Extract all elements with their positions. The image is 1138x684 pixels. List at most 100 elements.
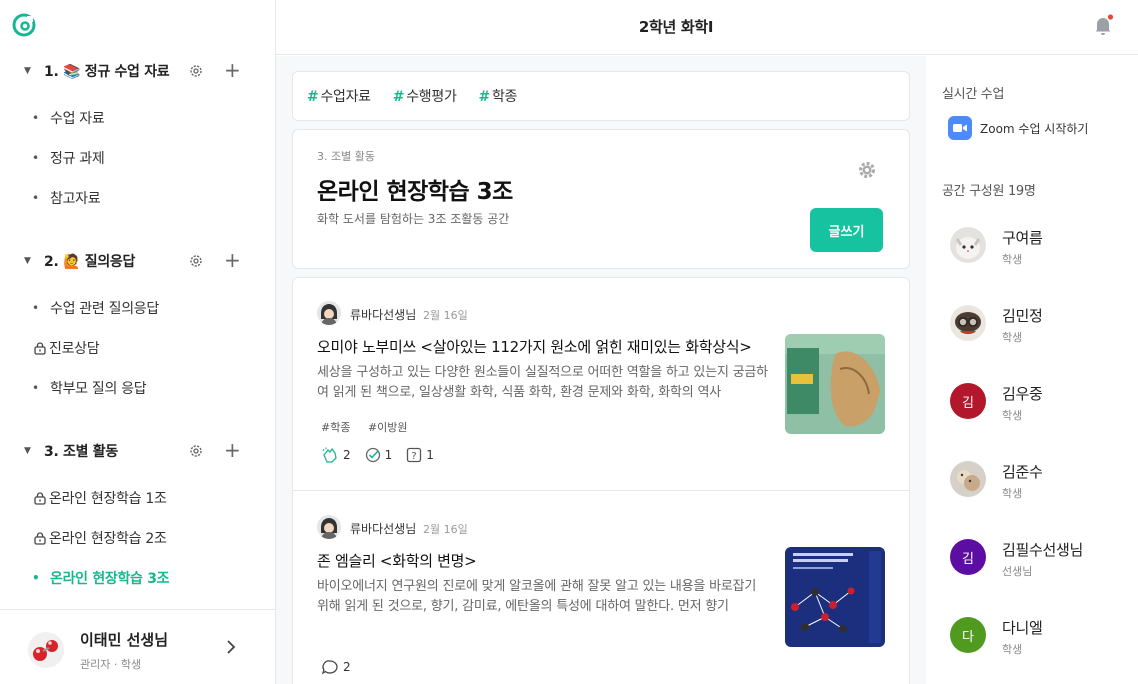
post-reactions: 2 (321, 659, 365, 675)
section-header-2[interactable]: ▼ 2. 🙋 질의응답 + (24, 249, 254, 273)
main-content: # 수업자료 # 수행평가 # 학종 3. 조별 활동 온라인 현장학습 3조 화학 … (276, 56, 926, 684)
avatar: 김 (950, 539, 986, 575)
nav-item-class-qna[interactable]: • 수업 관련 질의응답 (32, 294, 159, 322)
avatar (317, 515, 341, 539)
caret-down-icon: ▼ (24, 256, 31, 266)
class-logo-icon[interactable] (12, 13, 36, 37)
post-thumbnail[interactable] (785, 334, 885, 434)
member-item[interactable]: 다 다니엘 학생 (950, 617, 1130, 657)
avatar (950, 227, 986, 263)
post-excerpt: 바이오에너지 연구원의 진로에 맞게 알코올에 관해 잘못 알고 있는 내용을 … (317, 579, 757, 614)
post-title[interactable]: 오미야 노부미쓰 <살아있는 112가지 원소에 얽힌 재미있는 화학상식> (317, 336, 757, 357)
tag-filter[interactable]: # 학종 (479, 86, 518, 106)
gear-icon[interactable] (188, 253, 204, 269)
chevron-right-icon[interactable] (224, 639, 238, 655)
nav-label: 온라인 현장학습 1조 (49, 491, 167, 507)
nav-label: 온라인 현장학습 3조 (50, 571, 170, 587)
member-item[interactable]: 김 김우중 학생 (950, 383, 1130, 423)
member-item[interactable]: 김준수 학생 (950, 461, 1130, 501)
section-title: 2. 🙋 질의응답 (44, 254, 136, 270)
post-tags: #학종 #이방원 (321, 419, 422, 435)
member-name: 김우중 (1002, 385, 1043, 403)
comment-icon (321, 660, 338, 675)
bullet-icon: • (32, 381, 39, 395)
space-info-card: 3. 조별 활동 온라인 현장학습 3조 화학 도서를 탐험하는 3조 조활동 … (292, 129, 910, 269)
zoom-start-button[interactable]: Zoom 수업 시작하기 (948, 116, 1088, 140)
section-header-3[interactable]: ▼ 3. 조별 활동 + (24, 439, 254, 463)
nav-label: 온라인 현장학습 2조 (49, 531, 167, 547)
svg-text:?: ? (412, 451, 417, 462)
post-tag[interactable]: #학종 (321, 421, 350, 434)
space-description: 화학 도서를 탐험하는 3조 조활동 공간 (317, 212, 510, 226)
member-name: 구여름 (1002, 229, 1043, 247)
check-circle-icon (365, 447, 380, 463)
comment-count[interactable]: 2 (321, 659, 351, 675)
post-item[interactable]: 류바다선생님 2월 16일 존 엠슬리 <화학의 변명> 바이오에너지 연구원의… (293, 490, 909, 684)
nav-label: 참고자료 (50, 191, 101, 207)
right-panel: 실시간 수업 Zoom 수업 시작하기 공간 구성원 19명 구여름 학생 김민… (926, 56, 1138, 684)
post-author[interactable]: 류바다선생님 (350, 520, 416, 537)
zoom-label: Zoom 수업 시작하기 (980, 121, 1089, 136)
nav-label: 수업 관련 질의응답 (50, 301, 159, 317)
lock-icon (34, 532, 46, 545)
member-item[interactable]: 구여름 학생 (950, 227, 1130, 267)
gear-icon[interactable] (188, 63, 204, 79)
member-item[interactable]: 김민정 학생 (950, 305, 1130, 345)
top-header: 2학년 화학I (276, 0, 1138, 55)
post-title[interactable]: 존 엠슬리 <화학의 변명> (317, 550, 757, 571)
nav-label: 수업 자료 (50, 111, 105, 127)
breadcrumb[interactable]: 3. 조별 활동 (317, 148, 375, 164)
plus-icon[interactable]: + (224, 440, 241, 460)
nav-item-class-materials[interactable]: • 수업 자료 (32, 104, 105, 132)
post-thumbnail[interactable] (785, 547, 885, 647)
lock-icon (34, 342, 46, 355)
nav-label: 학부모 질의 응답 (50, 381, 147, 397)
profile-card[interactable]: 이태민 선생님 관리자 · 학생 (0, 609, 275, 684)
section-header-1[interactable]: ▼ 1. 📚 정규 수업 자료 + (24, 59, 254, 83)
member-role: 학생 (1002, 253, 1023, 266)
post-feed: 류바다선생님 2월 16일 오미야 노부미쓰 <살아있는 112가지 원소에 얽… (292, 277, 910, 684)
bell-icon[interactable] (1091, 13, 1115, 37)
gear-icon[interactable] (857, 160, 877, 180)
write-post-button[interactable]: 글쓰기 (810, 208, 883, 252)
check-reaction[interactable]: 1 (365, 447, 392, 463)
nav-item-regular-assignments[interactable]: • 정규 과제 (32, 144, 105, 172)
post-tag[interactable]: #이방원 (368, 421, 408, 434)
page-title: 2학년 화학I (638, 18, 714, 36)
members-label: 공간 구성원 19명 (942, 184, 1036, 199)
nav-item-field-trip-1[interactable]: 온라인 현장학습 1조 (31, 484, 167, 512)
tag-filter[interactable]: # 수업자료 (307, 86, 371, 106)
nav-item-references[interactable]: • 참고자료 (32, 184, 101, 212)
gear-icon[interactable] (188, 443, 204, 459)
member-name: 김민정 (1002, 307, 1043, 325)
hash-icon: # (307, 89, 319, 105)
post-date: 2월 16일 (423, 309, 468, 322)
nav-item-parent-qna[interactable]: • 학부모 질의 응답 (32, 374, 147, 402)
member-item[interactable]: 김 김필수선생님 선생님 (950, 539, 1130, 579)
member-role: 학생 (1002, 409, 1023, 422)
nav-item-field-trip-2[interactable]: 온라인 현장학습 2조 (31, 524, 167, 552)
avatar (317, 301, 341, 325)
plus-icon[interactable]: + (224, 60, 241, 80)
caret-down-icon: ▼ (24, 66, 31, 76)
avatar (950, 461, 986, 497)
post-author[interactable]: 류바다선생님 (350, 306, 416, 323)
plus-icon[interactable]: + (224, 250, 241, 270)
profile-role: 관리자 · 학생 (80, 658, 142, 671)
post-item[interactable]: 류바다선생님 2월 16일 오미야 노부미쓰 <살아있는 112가지 원소에 얽… (293, 278, 909, 490)
hash-icon: # (392, 89, 405, 105)
tag-filter[interactable]: # 수행평가 (393, 86, 457, 106)
nav-item-field-trip-3[interactable]: • 온라인 현장학습 3조 (32, 564, 170, 592)
clap-reaction[interactable]: 2 (321, 447, 351, 463)
avatar (950, 305, 986, 341)
sidebar: ▼ 1. 📚 정규 수업 자료 + • 수업 자료 • 정규 과제 • 참고자료 ▼ … (0, 0, 276, 684)
member-role: 선생님 (1002, 565, 1033, 578)
member-name: 김준수 (1002, 463, 1043, 481)
member-name: 다니엘 (1002, 619, 1043, 637)
live-class-label: 실시간 수업 (942, 87, 1005, 102)
nav-item-career-counsel[interactable]: 진로상담 (31, 334, 100, 362)
nav-label: 정규 과제 (50, 151, 105, 167)
post-date: 2월 16일 (423, 523, 468, 536)
bullet-icon: • (32, 571, 40, 585)
question-reaction[interactable]: ? 1 (406, 447, 434, 463)
